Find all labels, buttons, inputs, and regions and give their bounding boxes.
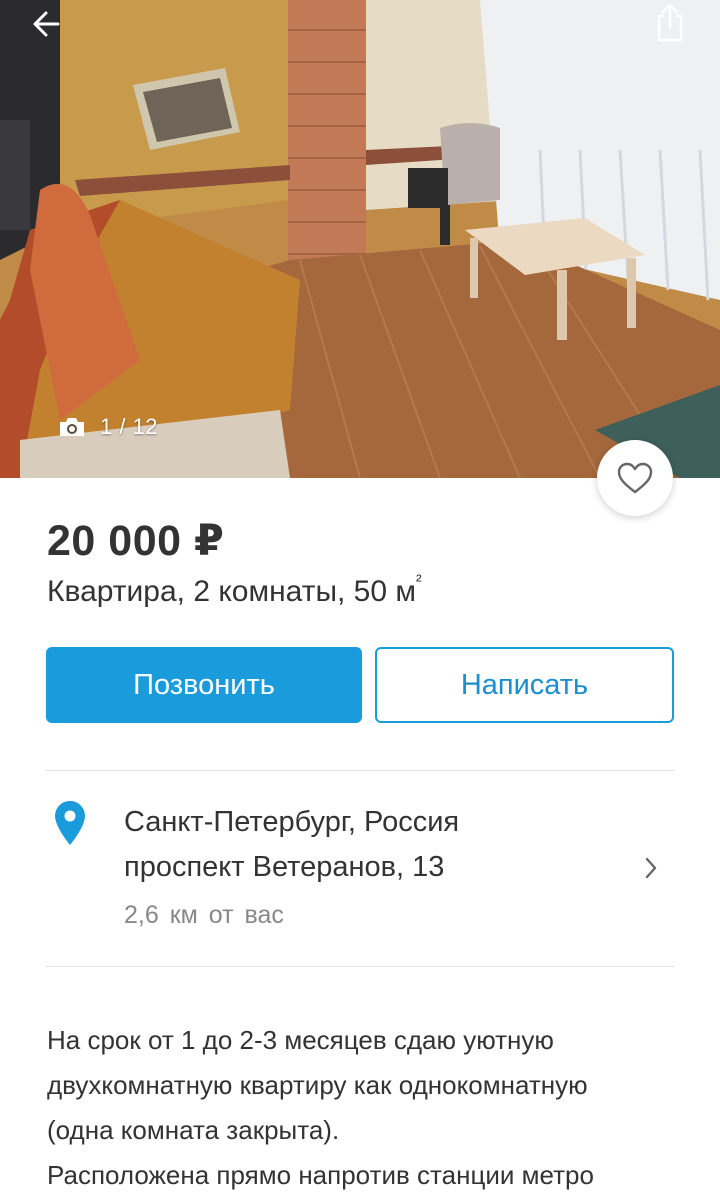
call-button[interactable]: Позвонить — [46, 647, 362, 723]
back-button[interactable] — [28, 4, 72, 44]
address-street: проспект Ветеранов, 13 — [124, 851, 445, 883]
divider — [46, 770, 674, 771]
listing-subtitle: Квартира, 2 комнаты, 50 м² — [47, 571, 422, 609]
divider — [46, 966, 674, 967]
favorite-button[interactable] — [597, 440, 673, 516]
photo-counter-text: 1 / 12 — [100, 414, 159, 439]
address-city: Санкт-Петербург, Россия — [124, 806, 460, 838]
heart-icon — [617, 462, 653, 494]
description-line: (одна комната закрыта). — [47, 1115, 340, 1145]
room-photo-image — [0, 0, 720, 478]
camera-icon — [60, 418, 84, 436]
listing-price: 20 000 ₽ — [47, 517, 225, 565]
photo-counter: 1 / 12 — [58, 411, 158, 443]
area-unit-superscript: ² — [416, 571, 422, 590]
listing-subtitle-text: Квартира, 2 комнаты, 50 м — [47, 575, 417, 608]
write-message-button[interactable]: Написать — [375, 647, 674, 723]
share-icon — [657, 3, 683, 42]
address-distance: 2,6 км от вас — [124, 901, 284, 929]
description-line: На срок от 1 до 2-3 месяцев сдаю уютную — [47, 1025, 554, 1055]
chevron-right-icon[interactable] — [642, 855, 660, 881]
arrow-left-icon — [33, 11, 60, 37]
listing-description: На срок от 1 до 2-3 месяцев сдаю уютную … — [47, 1018, 687, 1198]
description-line: двухкомнатную квартиру как однокомнатную — [47, 1070, 588, 1100]
location-pin-icon — [55, 801, 85, 845]
description-line: Расположена прямо напротив станции метро — [47, 1160, 594, 1190]
listing-photo[interactable]: 1 / 12 — [0, 0, 720, 478]
share-button[interactable] — [650, 2, 690, 44]
